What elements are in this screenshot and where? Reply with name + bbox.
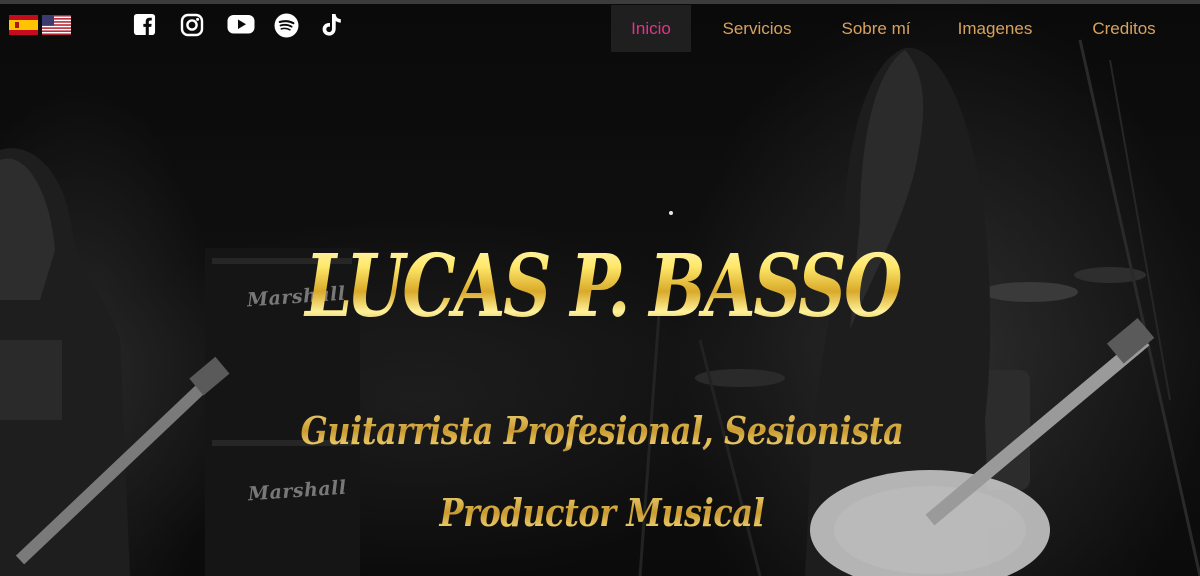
- facebook-icon: [133, 13, 156, 36]
- spotify-icon: [274, 13, 299, 38]
- nav-item-imagenes[interactable]: Imagenes: [929, 5, 1061, 52]
- youtube-icon: [227, 15, 255, 34]
- instagram-link[interactable]: [180, 13, 227, 39]
- main-nav: Inicio Servicios Sobre mí Imagenes Credi…: [611, 5, 1187, 52]
- nav-item-inicio[interactable]: Inicio: [611, 5, 691, 52]
- social-links: [133, 13, 368, 39]
- carousel-indicator-dot: [669, 211, 673, 215]
- nav-item-creditos[interactable]: Creditos: [1061, 5, 1187, 52]
- page: Marshall Marshall: [0, 0, 1200, 576]
- hero-title: LUCAS P. BASSO: [135, 236, 1071, 337]
- usa-flag-icon[interactable]: [42, 15, 71, 35]
- instagram-icon: [180, 13, 204, 37]
- spain-flag-icon[interactable]: [9, 15, 38, 35]
- nav-item-servicios[interactable]: Servicios: [691, 5, 823, 52]
- facebook-link[interactable]: [133, 13, 180, 39]
- nav-item-sobre-mi[interactable]: Sobre mí: [823, 5, 929, 52]
- language-switcher: [9, 15, 71, 35]
- hero-subtitle: Guitarrista Profesional, Sesionista: [98, 408, 1106, 453]
- spotify-link[interactable]: [274, 13, 321, 39]
- hero-subtitle-secondary: Productor Musical: [98, 490, 1106, 535]
- youtube-link[interactable]: [227, 13, 274, 39]
- tiktok-link[interactable]: [321, 13, 368, 39]
- tiktok-icon: [322, 14, 341, 36]
